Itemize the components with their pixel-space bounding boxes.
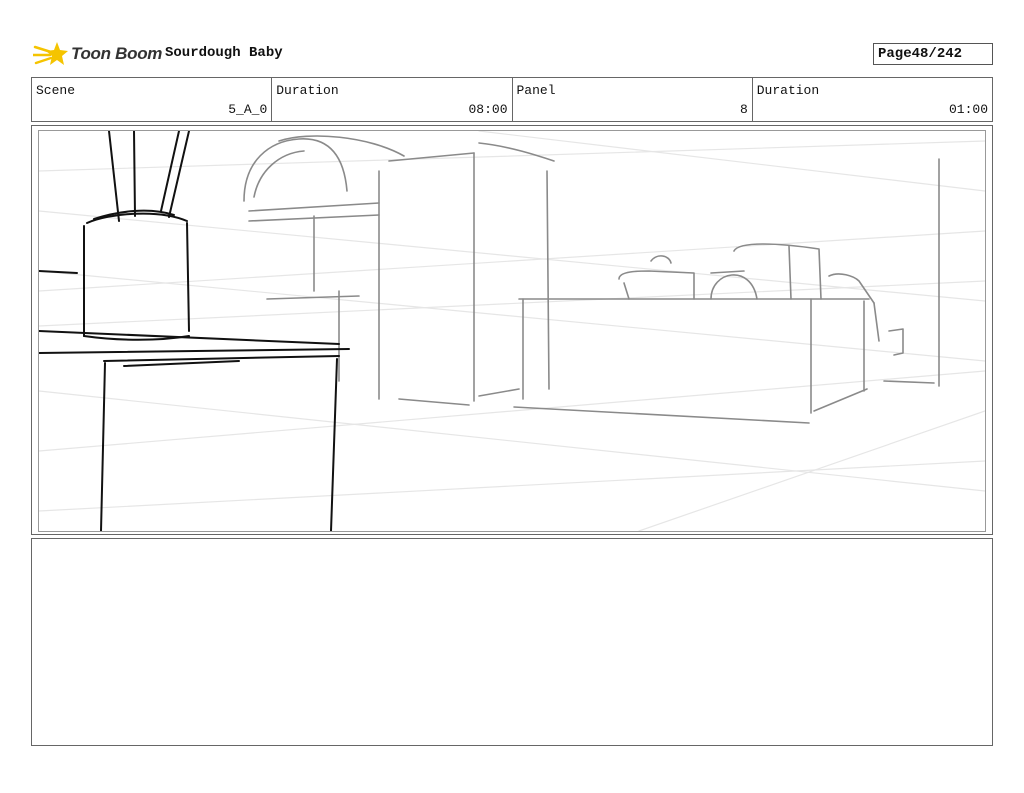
storyboard-header: Toon Boom Sourdough Baby Page 48/242: [31, 36, 993, 72]
scene-duration-label: Duration: [276, 83, 339, 98]
scene-label: Scene: [36, 83, 76, 98]
page-label: Page: [878, 46, 912, 62]
perspective-guides: [39, 131, 985, 531]
page-counter: Page 48/242: [873, 43, 993, 65]
comet-star-icon: [33, 42, 68, 65]
foreground-sketch: [39, 131, 350, 531]
background-sketch: [243, 135, 940, 424]
panel-cell: Panel 8: [513, 78, 753, 121]
panel-duration-cell: Duration 01:00: [753, 78, 992, 121]
page-value: 48/242: [911, 46, 963, 62]
panel-notes-area: [31, 538, 993, 746]
panel-frame: [31, 125, 993, 535]
panel-duration-label: Duration: [756, 83, 820, 98]
scene-cell: Scene 5_A_0: [32, 78, 273, 121]
sketch-drawing: [39, 131, 985, 531]
panel-duration-value: 01:00: [948, 102, 988, 117]
panel-label: Panel: [516, 83, 556, 98]
scene-duration-cell: Duration 08:00: [272, 78, 513, 121]
panel-info-row: Scene 5_A_0 Duration 08:00 Panel 8 Durat…: [31, 77, 993, 122]
panel-value: 8: [739, 102, 748, 117]
scene-value: 5_A_0: [228, 102, 268, 117]
scene-duration-value: 08:00: [468, 102, 508, 117]
toon-boom-logo: Toon Boom: [33, 38, 162, 70]
project-title: Sourdough Baby: [165, 45, 283, 61]
panel-image-area: [38, 130, 986, 532]
logo-text: Toon Boom: [71, 44, 163, 63]
